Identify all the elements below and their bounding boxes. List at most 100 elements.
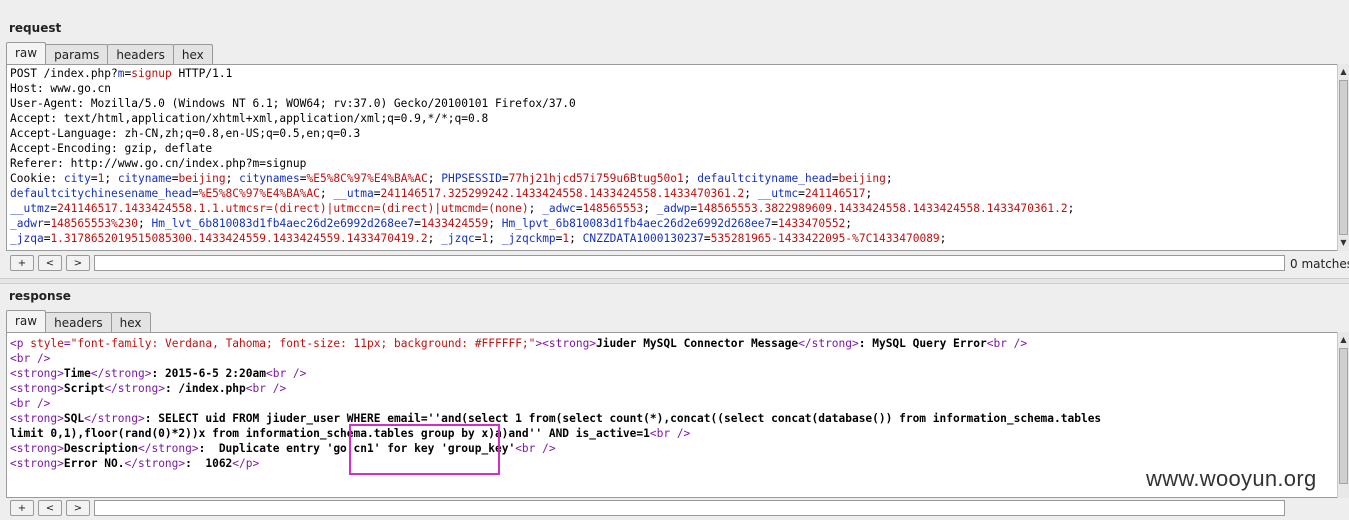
request-token: ; <box>488 232 502 245</box>
response-tab-raw[interactable]: raw <box>6 310 47 332</box>
response-scrollbar[interactable]: ▲ <box>1337 332 1349 498</box>
request-line: Accept-Language: zh-CN,zh;q=0.8,en-US;q=… <box>10 126 1327 141</box>
response-token: <br /> <box>245 382 287 395</box>
response-section-title: response <box>9 289 71 303</box>
request-line: defaultcitychinesename_head=%E5%8C%97%E4… <box>10 186 1327 201</box>
request-line: POST /index.php?m=signup HTTP/1.1 <box>10 66 1327 81</box>
request-token: beijing <box>178 172 226 185</box>
request-token: 241146517.1433424558.1.1.utmcsr=(direct)… <box>57 202 529 215</box>
scroll-up-icon[interactable]: ▲ <box>1338 66 1349 78</box>
response-token: <strong> <box>10 367 64 380</box>
request-search-prev-button[interactable]: < <box>38 255 62 271</box>
response-editor[interactable]: <p style="font-family: Verdana, Tahoma; … <box>6 332 1340 498</box>
response-line: <strong>Error NO.</strong>: 1062</p> <box>10 456 1327 471</box>
response-line: <p style="font-family: Verdana, Tahoma; … <box>10 336 1327 351</box>
request-token: = <box>414 217 421 230</box>
request-scrollbar[interactable]: ▲ ▼ <box>1337 64 1349 251</box>
response-search-plus-button[interactable]: + <box>10 500 34 516</box>
response-search-prev-button[interactable]: < <box>38 500 62 516</box>
response-token: <br /> <box>986 337 1028 350</box>
response-token: Time <box>63 367 91 380</box>
request-token: = <box>501 172 509 185</box>
response-token: <br /> <box>10 397 51 410</box>
request-token: = <box>798 187 805 200</box>
request-line: Referer: http://www.go.cn/index.php?m=si… <box>10 156 1327 171</box>
request-text[interactable]: POST /index.php?m=signup HTTP/1.1 Host: w… <box>10 66 1327 246</box>
response-tab-hex[interactable]: hex <box>110 312 151 332</box>
request-section-title: request <box>9 21 62 35</box>
response-token: "font-family: Verdana, Tahoma; font-size… <box>70 337 536 350</box>
response-line: limit 0,1),floor(rand(0)*2))x from infor… <box>10 426 1327 441</box>
request-token: _jzqa <box>10 232 44 245</box>
response-token: <p <box>10 337 31 350</box>
request-token: ; <box>845 217 853 230</box>
response-token: </strong> <box>104 382 165 395</box>
response-line: <strong>Time</strong>: 2015-6-5 2:20am<b… <box>10 366 1327 381</box>
response-token: </p> <box>232 457 260 470</box>
request-token: __utmz <box>10 202 51 215</box>
request-line: Host: www.go.cn <box>10 81 1327 96</box>
response-token: <strong> <box>10 412 64 425</box>
request-token: __utmc <box>757 187 799 200</box>
request-token: ; <box>569 232 583 245</box>
request-token: cityname <box>117 172 172 185</box>
request-token: 241146517 <box>804 187 866 200</box>
request-token: Host: www.go.cn <box>10 82 112 95</box>
response-token: <strong> <box>10 382 64 395</box>
request-token: _adwr <box>10 217 44 230</box>
response-token: limit 0,1),floor(rand(0)*2))x from infor… <box>10 427 650 440</box>
request-tab-params[interactable]: params <box>45 44 109 64</box>
request-token: = <box>831 172 839 185</box>
response-search-input[interactable] <box>94 500 1285 516</box>
watermark: www.wooyun.org <box>1146 466 1317 491</box>
response-token: <strong> <box>542 337 597 350</box>
request-token: CNZZDATA1000130237 <box>582 232 704 245</box>
response-token: : SELECT uid FROM jiuder_user WHERE emai… <box>144 412 1102 425</box>
request-tab-headers[interactable]: headers <box>107 44 174 64</box>
request-token: ; <box>643 202 657 215</box>
request-token: __utma <box>333 187 374 200</box>
request-token: 241146517.325299242.1433424558.143342455… <box>380 187 745 200</box>
response-token: </strong> <box>798 337 859 350</box>
request-tab-hex[interactable]: hex <box>172 44 213 64</box>
response-text[interactable]: <p style="font-family: Verdana, Tahoma; … <box>10 336 1327 471</box>
response-token: <br /> <box>515 442 556 455</box>
request-search-next-button[interactable]: > <box>66 255 90 271</box>
request-token: ; <box>427 232 442 245</box>
request-token: city <box>63 172 91 185</box>
request-editor[interactable]: POST /index.php?m=signup HTTP/1.1 Host: w… <box>6 64 1340 251</box>
request-token: ; <box>939 232 947 245</box>
response-token: : MySQL Query Error <box>858 337 987 350</box>
request-line: User-Agent: Mozilla/5.0 (Windows NT 6.1;… <box>10 96 1327 111</box>
request-token: Cookie: <box>10 172 64 185</box>
request-token: Accept-Language: zh-CN,zh;q=0.8,en-US;q=… <box>10 127 361 140</box>
request-token: _adwp <box>656 202 691 215</box>
request-token: = <box>373 187 381 200</box>
request-token: ; <box>138 217 152 230</box>
request-token: 1433424559 <box>420 217 489 230</box>
request-search-plus-button[interactable]: + <box>10 255 34 271</box>
response-token: <strong> <box>10 442 64 455</box>
request-token: PHPSESSID <box>441 172 502 185</box>
request-tab-raw[interactable]: raw <box>6 42 47 64</box>
split-divider[interactable] <box>0 278 1349 284</box>
response-line: <br /> <box>10 351 1327 366</box>
request-token: Hm_lvt_6b810083d1fb4aec26d2e6992d268ee7 <box>151 217 415 230</box>
response-tab-headers[interactable]: headers <box>45 312 112 332</box>
request-token: ; <box>528 202 543 215</box>
request-token: = <box>90 172 98 185</box>
request-line: _jzqa = 1.3178652019515085300.1433424559.1… <box>10 231 1327 246</box>
request-token: HTTP/1.1 <box>171 67 233 80</box>
response-token: : 1062 <box>185 457 233 470</box>
response-token: </strong> <box>90 367 152 380</box>
scroll-down-icon[interactable]: ▼ <box>1338 237 1349 249</box>
response-token: <br /> <box>265 367 307 380</box>
response-scroll-thumb[interactable] <box>1339 348 1348 484</box>
response-token: style <box>30 337 64 350</box>
request-scroll-thumb[interactable] <box>1339 80 1348 235</box>
request-token: = <box>771 217 778 230</box>
scroll-up-icon[interactable]: ▲ <box>1338 334 1349 346</box>
response-search-next-button[interactable]: > <box>66 500 90 516</box>
request-token: ; <box>488 217 502 230</box>
request-search-input[interactable] <box>94 255 1285 271</box>
